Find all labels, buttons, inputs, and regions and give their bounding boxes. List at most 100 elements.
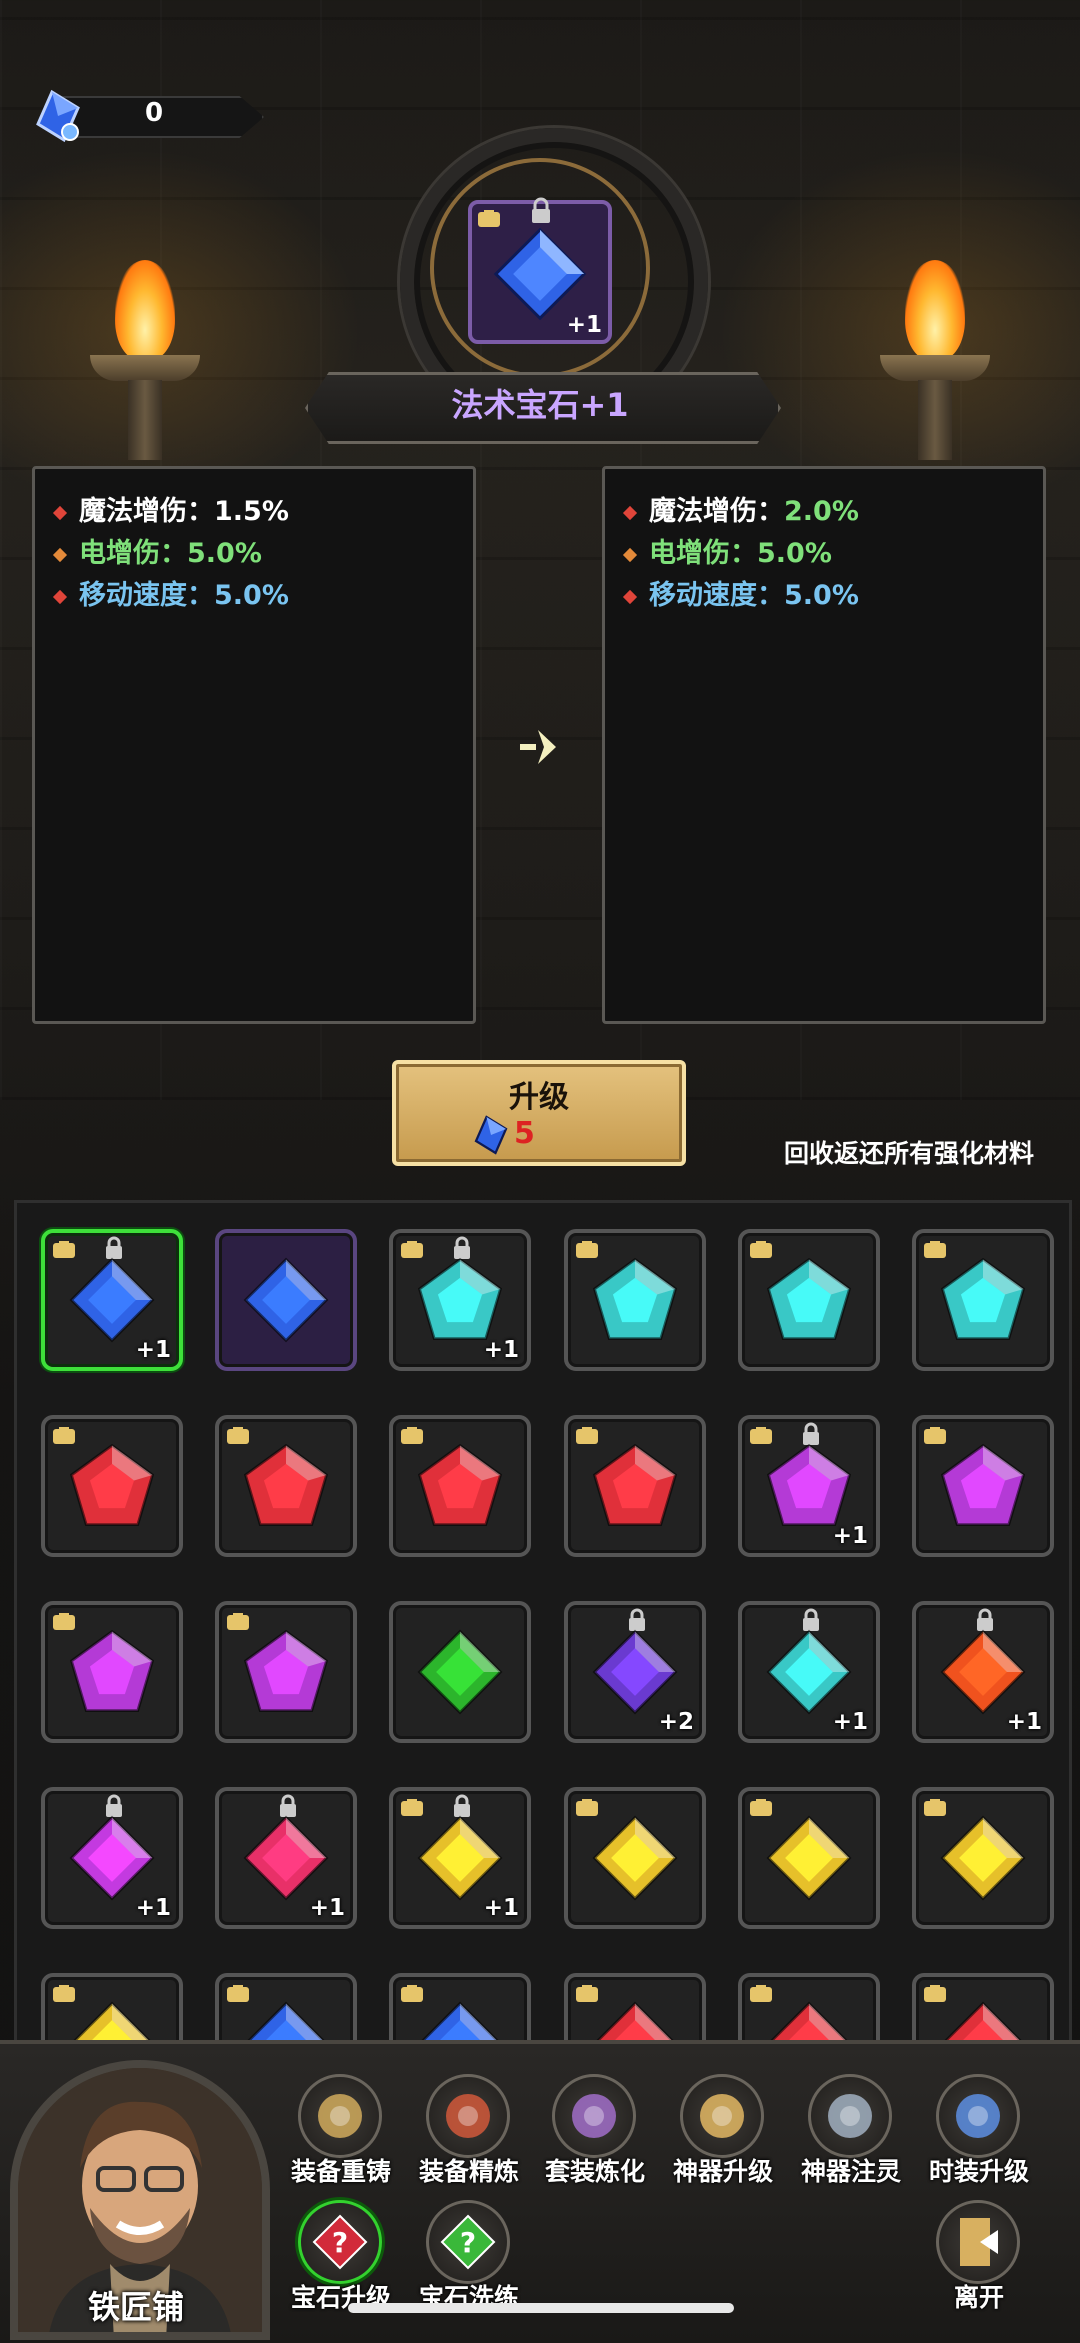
gem-slot[interactable] [912, 1787, 1054, 1929]
func-button-6[interactable]: 时装升级 [914, 2074, 1038, 2194]
gem-level: +1 [135, 1895, 171, 1921]
left-torch [80, 260, 210, 460]
func-button-2[interactable]: 装备精炼 [404, 2074, 528, 2194]
stat-row: 移动速度：5.0% [52, 573, 289, 612]
gem-icon [70, 2001, 154, 2043]
gem-icon [941, 2001, 1025, 2043]
gem-icon [243, 1257, 329, 1343]
func-button-9[interactable]: 离开 [914, 2200, 1038, 2320]
sword-icon [828, 2094, 872, 2138]
gem-slot[interactable] [389, 1973, 531, 2043]
gem-icon [244, 2001, 328, 2043]
gem-icon [418, 2001, 502, 2043]
gem-slot[interactable] [912, 1415, 1054, 1557]
gem-icon [69, 1629, 155, 1713]
gem-icon [69, 1443, 155, 1527]
gem-slot[interactable] [215, 1229, 357, 1371]
currency-display: 0 [30, 88, 264, 143]
gem-slot[interactable] [41, 1973, 183, 2043]
gem-icon [417, 1443, 503, 1527]
func-button-5[interactable]: 神器注灵 [786, 2074, 910, 2194]
gem-icon [69, 1257, 155, 1343]
gem-icon [940, 1443, 1026, 1527]
gem-icon [592, 1257, 678, 1341]
gem-slot[interactable] [738, 1973, 880, 2043]
func-button-3[interactable]: 套装炼化 [530, 2074, 654, 2194]
gem-slot[interactable] [738, 1229, 880, 1371]
gem-icon [940, 1815, 1026, 1901]
gem-slot[interactable] [41, 1415, 183, 1557]
gem-slot[interactable] [912, 1973, 1054, 2043]
gem-slot[interactable]: +1 [738, 1601, 880, 1743]
upgrade-cost: 5 [514, 1116, 535, 1151]
gem-level: +1 [309, 1895, 345, 1921]
featured-gem-icon [493, 227, 587, 321]
gem-level: +1 [483, 1895, 519, 1921]
costume-icon [956, 2094, 1000, 2138]
svg-text:?: ? [460, 2226, 476, 2259]
green-gem-question-icon: ? [440, 2214, 496, 2270]
gem-icon [766, 1629, 852, 1715]
gem-slot[interactable]: +1 [912, 1601, 1054, 1743]
gem-slot[interactable]: +1 [738, 1415, 880, 1557]
gem-level: +1 [135, 1337, 171, 1363]
gem-slot[interactable] [389, 1601, 531, 1743]
gem-icon [766, 1443, 852, 1527]
armor-icon [446, 2094, 490, 2138]
gem-slot[interactable]: +1 [215, 1787, 357, 1929]
blue-gem-currency-icon [36, 89, 80, 143]
winged-sword-icon [700, 2094, 744, 2138]
featured-gem-slot[interactable]: +1 [468, 197, 612, 344]
arrow-right-icon [520, 730, 556, 764]
gem-icon [417, 1815, 503, 1901]
gem-slot[interactable]: +1 [41, 1229, 183, 1371]
gem-level: +2 [658, 1709, 694, 1735]
gem-icon [417, 1629, 503, 1715]
gem-icon [766, 1815, 852, 1901]
recycle-materials-link[interactable]: 回收返还所有强化材料 [784, 1134, 1034, 1170]
func-button-4[interactable]: 神器升级 [658, 2074, 782, 2194]
gem-icon [592, 1443, 678, 1527]
gem-level: +1 [1006, 1709, 1042, 1735]
gem-level: +1 [832, 1523, 868, 1549]
gem-icon [593, 2001, 677, 2043]
gem-slot[interactable] [564, 1229, 706, 1371]
gem-icon [69, 1815, 155, 1901]
func-button-7[interactable]: ? 宝石升级 [276, 2200, 400, 2320]
gem-slot[interactable] [389, 1415, 531, 1557]
gem-icon [767, 2001, 851, 2043]
gem-icon [243, 1629, 329, 1713]
gem-slot[interactable] [564, 1415, 706, 1557]
func-button-8[interactable]: ? 宝石洗练 [404, 2200, 528, 2320]
gem-slot[interactable] [564, 1787, 706, 1929]
gem-slot[interactable]: +1 [41, 1787, 183, 1929]
gem-icon [592, 1815, 678, 1901]
stat-row: 电增伤：5.0% [622, 531, 832, 570]
stat-row: 魔法增伤：1.5% [52, 489, 289, 528]
gem-slot[interactable] [912, 1229, 1054, 1371]
svg-text:?: ? [332, 2226, 348, 2259]
gem-slot[interactable] [738, 1787, 880, 1929]
gem-slot[interactable] [215, 1601, 357, 1743]
cuff-icon [572, 2094, 616, 2138]
gem-slot[interactable]: +1 [389, 1229, 531, 1371]
gem-slot[interactable] [564, 1973, 706, 2043]
currency-value: 0 [145, 98, 164, 128]
upgrade-button[interactable]: 升级 5 [392, 1060, 686, 1166]
shop-name: 铁匠铺 [88, 2288, 185, 2326]
gem-slot[interactable] [215, 1415, 357, 1557]
gem-icon [592, 1629, 678, 1715]
gem-icon [243, 1443, 329, 1527]
lock-icon [532, 197, 550, 223]
gem-inventory-grid[interactable]: +1 +1 +1 +2 +1 +1 +1 +1 +1 [14, 1200, 1072, 2043]
gem-slot[interactable]: +1 [389, 1787, 531, 1929]
gem-slot[interactable]: +2 [564, 1601, 706, 1743]
home-indicator[interactable] [348, 2303, 734, 2313]
func-button-1[interactable]: 装备重铸 [276, 2074, 400, 2194]
gem-icon [417, 1257, 503, 1341]
gem-icon [766, 1257, 852, 1341]
gem-slot[interactable] [41, 1601, 183, 1743]
gem-level: +1 [832, 1709, 868, 1735]
current-stats-panel: 魔法增伤：1.5% 电增伤：5.0% 移动速度：5.0% [32, 466, 476, 1024]
gem-slot[interactable] [215, 1973, 357, 2043]
